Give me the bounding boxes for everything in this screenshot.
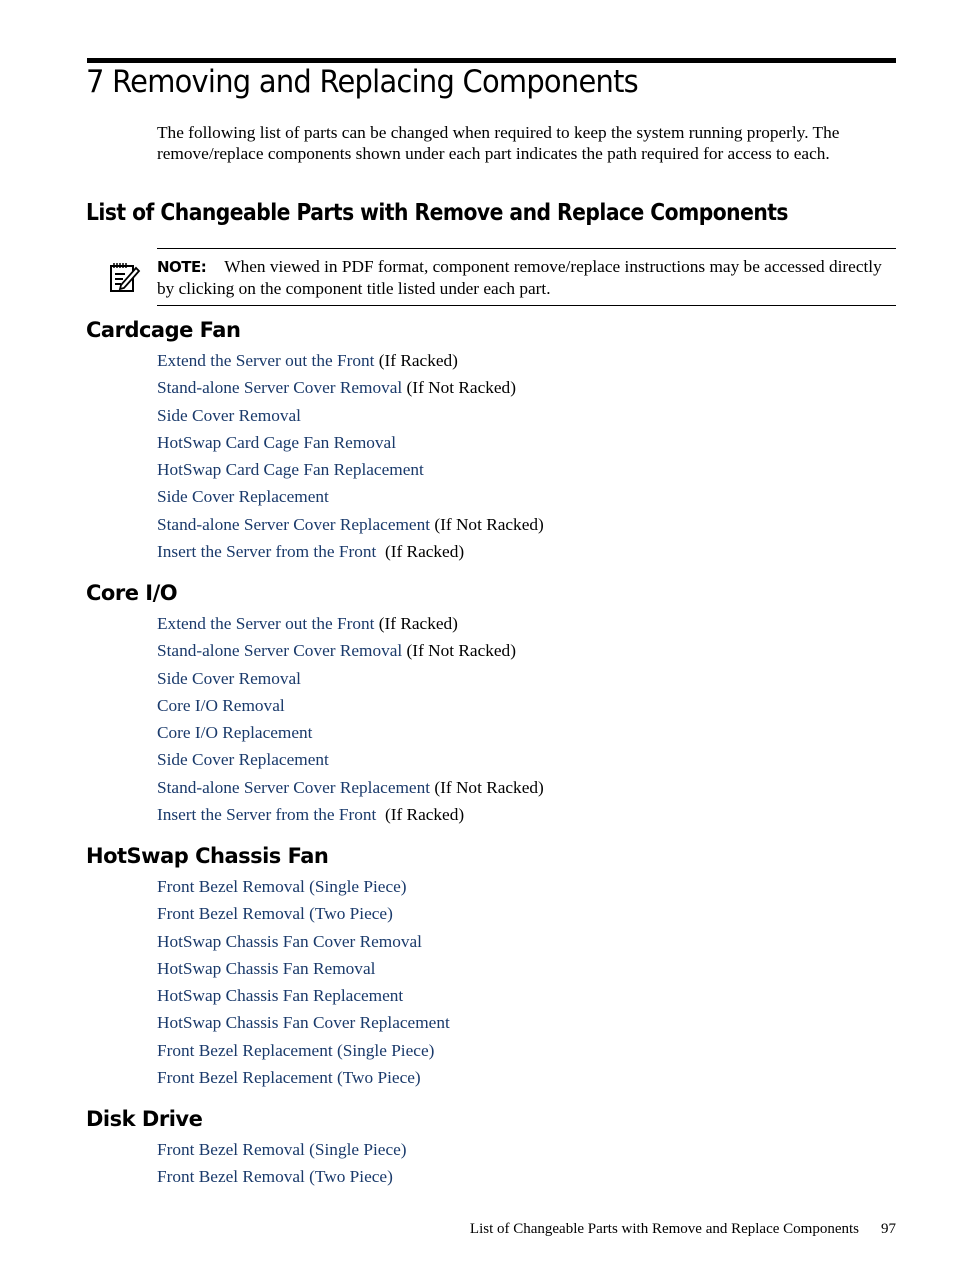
list-item: Side Cover Replacement [157, 486, 544, 513]
list-item: Stand-alone Server Cover Replacement (If… [157, 514, 544, 541]
part-title: Cardcage Fan [86, 318, 241, 342]
note-text: NOTE: When viewed in PDF format, componen… [157, 256, 899, 300]
component-link[interactable]: Insert the Server from the Front [157, 805, 376, 824]
component-link[interactable]: HotSwap Chassis Fan Cover Removal [157, 932, 422, 951]
rack-condition: (If Not Racked) [430, 514, 544, 534]
note-top-rule [157, 248, 896, 249]
list-item: Extend the Server out the Front (If Rack… [157, 613, 544, 640]
rack-condition: (If Not Racked) [430, 777, 544, 797]
part-title: HotSwap Chassis Fan [86, 844, 329, 868]
note-body: When viewed in PDF format, component rem… [157, 257, 882, 298]
component-link[interactable]: Side Cover Replacement [157, 750, 329, 769]
list-item: HotSwap Chassis Fan Cover Replacement [157, 1012, 450, 1039]
component-link[interactable]: Side Cover Removal [157, 406, 301, 425]
list-item: Extend the Server out the Front (If Rack… [157, 350, 544, 377]
list-item: Front Bezel Replacement (Single Piece) [157, 1040, 450, 1067]
document-page: 7 Removing and Replacing Components The … [0, 0, 954, 1271]
page-footer: List of Changeable Parts with Remove and… [470, 1221, 896, 1238]
note-label: NOTE: [157, 258, 207, 276]
component-link[interactable]: HotSwap Chassis Fan Replacement [157, 986, 403, 1005]
list-item: HotSwap Chassis Fan Replacement [157, 985, 450, 1012]
list-item: Stand-alone Server Cover Replacement (If… [157, 777, 544, 804]
step-list: Extend the Server out the Front (If Rack… [157, 350, 544, 568]
list-item: HotSwap Card Cage Fan Removal [157, 432, 544, 459]
list-item: HotSwap Chassis Fan Removal [157, 958, 450, 985]
footer-running-title: List of Changeable Parts with Remove and… [469, 1221, 859, 1237]
component-link[interactable]: Core I/O Replacement [157, 723, 312, 742]
list-item: Insert the Server from the Front (If Rac… [157, 541, 544, 568]
component-link[interactable]: HotSwap Card Cage Fan Removal [157, 433, 396, 452]
list-item: Side Cover Replacement [157, 749, 544, 776]
chapter-top-rule [87, 58, 896, 63]
rack-condition: (If Racked) [376, 542, 465, 562]
list-item: HotSwap Chassis Fan Cover Removal [157, 931, 450, 958]
component-link[interactable]: Stand-alone Server Cover Removal [157, 641, 402, 660]
component-link[interactable]: HotSwap Chassis Fan Removal [157, 959, 375, 978]
component-link[interactable]: HotSwap Chassis Fan Cover Replacement [157, 1013, 450, 1032]
list-item: Stand-alone Server Cover Removal (If Not… [157, 640, 544, 667]
component-link[interactable]: Stand-alone Server Cover Removal [157, 378, 402, 397]
note-pencil-icon [110, 263, 141, 292]
component-link[interactable]: Front Bezel Removal (Two Piece) [157, 1167, 393, 1186]
rack-condition: (If Racked) [374, 614, 458, 633]
component-link[interactable]: Side Cover Replacement [157, 487, 329, 506]
component-link[interactable]: Core I/O Removal [157, 696, 285, 715]
list-item: Front Bezel Removal (Two Piece) [157, 903, 450, 930]
component-link[interactable]: Extend the Server out the Front [157, 614, 374, 633]
component-link[interactable]: Side Cover Removal [157, 669, 301, 688]
component-link[interactable]: Stand-alone Server Cover Replacement [157, 778, 430, 797]
component-link[interactable]: Front Bezel Replacement (Two Piece) [157, 1068, 421, 1087]
list-item: Insert the Server from the Front (If Rac… [157, 804, 544, 831]
component-link[interactable]: Stand-alone Server Cover Replacement [157, 515, 430, 534]
page-number: 97 [881, 1221, 896, 1237]
step-list: Front Bezel Removal (Single Piece) Front … [157, 1139, 407, 1194]
component-link[interactable]: Extend the Server out the Front [157, 351, 374, 370]
section-title: List of Changeable Parts with Remove and… [86, 200, 789, 226]
chapter-intro: The following list of parts can be chang… [157, 123, 840, 163]
list-item: Core I/O Removal [157, 695, 544, 722]
list-item: Stand-alone Server Cover Removal (If Not… [157, 377, 544, 404]
chapter-title: 7 Removing and Replacing Components [86, 64, 639, 100]
note-bottom-rule [157, 305, 896, 306]
list-item: Side Cover Removal [157, 405, 544, 432]
rack-condition: (If Not Racked) [402, 378, 516, 398]
list-item: Front Bezel Replacement (Two Piece) [157, 1067, 450, 1094]
rack-condition: (If Racked) [376, 805, 465, 825]
list-item: Front Bezel Removal (Single Piece) [157, 1139, 407, 1166]
component-link[interactable]: Front Bezel Removal (Two Piece) [157, 904, 393, 923]
component-link[interactable]: Insert the Server from the Front [157, 542, 376, 561]
part-title: Core I/O [86, 581, 178, 605]
list-item: Side Cover Removal [157, 668, 544, 695]
component-link[interactable]: Front Bezel Removal (Single Piece) [157, 1140, 407, 1159]
list-item: Front Bezel Removal (Single Piece) [157, 876, 450, 903]
component-link[interactable]: Front Bezel Removal (Single Piece) [157, 877, 407, 896]
step-list: Extend the Server out the Front (If Rack… [157, 613, 544, 831]
rack-condition: (If Not Racked) [402, 641, 516, 661]
component-link[interactable]: Front Bezel Replacement (Single Piece) [157, 1041, 434, 1060]
component-link[interactable]: HotSwap Card Cage Fan Replacement [157, 460, 424, 479]
rack-condition: (If Racked) [374, 351, 458, 370]
list-item: Core I/O Replacement [157, 722, 544, 749]
step-list: Front Bezel Removal (Single Piece) Front … [157, 876, 450, 1094]
list-item: HotSwap Card Cage Fan Replacement [157, 459, 544, 486]
part-title: Disk Drive [86, 1107, 203, 1131]
list-item: Front Bezel Removal (Two Piece) [157, 1166, 407, 1193]
